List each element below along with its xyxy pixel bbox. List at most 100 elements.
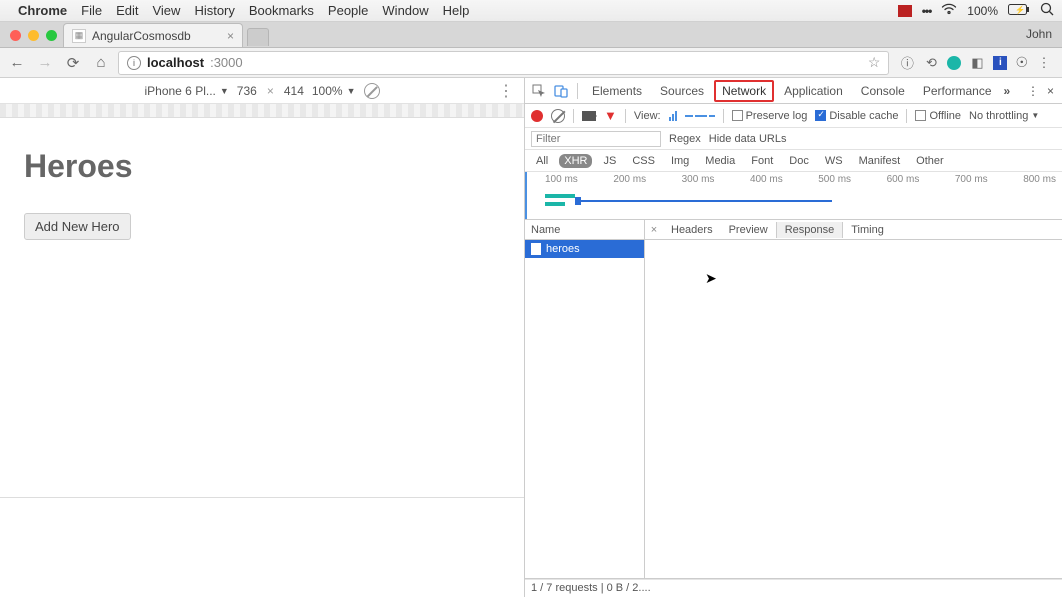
device-select[interactable]: iPhone 6 Pl... ▼: [144, 84, 228, 98]
url-port: :3000: [210, 55, 243, 70]
page-viewport: iPhone 6 Pl... ▼ 736 × 414 100% ▼ ⋮ Hero…: [0, 78, 525, 597]
url-host: localhost: [147, 55, 204, 70]
back-button[interactable]: ←: [6, 52, 28, 74]
tab-elements[interactable]: Elements: [584, 80, 650, 102]
chrome-profile[interactable]: John: [1026, 27, 1052, 41]
tab-performance[interactable]: Performance: [915, 80, 1000, 102]
tab-console[interactable]: Console: [853, 80, 913, 102]
site-info-icon[interactable]: i: [127, 56, 141, 70]
disable-cache-checkbox[interactable]: Disable cache: [815, 110, 898, 122]
network-timeline[interactable]: 100 ms 200 ms 300 ms 400 ms 500 ms 600 m…: [525, 172, 1062, 220]
tab-close-icon[interactable]: ×: [227, 29, 234, 43]
filter-input[interactable]: [531, 131, 661, 147]
status-indicator-icon[interactable]: [898, 5, 912, 17]
network-typebar: All XHR JS CSS Img Media Font Doc WS Man…: [525, 150, 1062, 172]
bookmark-star-icon[interactable]: ☆: [868, 54, 881, 71]
battery-icon: ⚡: [1008, 4, 1030, 18]
reload-button[interactable]: ⟳: [62, 52, 84, 74]
address-bar[interactable]: i localhost :3000 ☆: [118, 51, 889, 75]
window-close-icon[interactable]: [10, 30, 21, 41]
type-js[interactable]: JS: [598, 154, 621, 168]
menubar-dots-icon[interactable]: •••: [922, 4, 932, 18]
name-column-header[interactable]: Name: [525, 220, 644, 240]
ext-info-icon[interactable]: ⓘ: [899, 55, 915, 71]
type-font[interactable]: Font: [746, 154, 778, 168]
device-ruler: [0, 104, 524, 118]
detail-tab-timing[interactable]: Timing: [843, 222, 892, 238]
menu-view[interactable]: View: [152, 3, 180, 18]
add-hero-button[interactable]: Add New Hero: [24, 213, 131, 240]
detail-tab-headers[interactable]: Headers: [663, 222, 721, 238]
menu-edit[interactable]: Edit: [116, 3, 138, 18]
new-tab-button[interactable]: [247, 28, 269, 46]
ext-eye-icon[interactable]: ☉: [1015, 54, 1028, 71]
type-img[interactable]: Img: [666, 154, 694, 168]
clear-icon[interactable]: [551, 109, 565, 123]
regex-checkbox[interactable]: Regex: [669, 133, 701, 145]
type-xhr[interactable]: XHR: [559, 154, 592, 168]
spotlight-icon[interactable]: [1040, 2, 1054, 19]
detail-tab-response[interactable]: Response: [776, 222, 844, 238]
page-heading: Heroes: [24, 148, 500, 185]
ext-reload-icon[interactable]: ⟲: [923, 55, 939, 71]
menu-window[interactable]: Window: [382, 3, 428, 18]
offline-checkbox[interactable]: Offline: [915, 110, 961, 122]
waterfall-icon[interactable]: [685, 115, 715, 117]
forward-button: →: [34, 52, 56, 74]
type-manifest[interactable]: Manifest: [854, 154, 906, 168]
menu-bookmarks[interactable]: Bookmarks: [249, 3, 314, 18]
screenshot-icon[interactable]: [582, 111, 596, 121]
menu-history[interactable]: History: [194, 3, 234, 18]
device-width[interactable]: 736: [237, 84, 257, 98]
rotate-icon[interactable]: [364, 83, 380, 99]
device-menu-icon[interactable]: ⋮: [498, 81, 514, 101]
devtools-tabs: Elements Sources Network Application Con…: [525, 78, 1062, 104]
chrome-menu-icon[interactable]: ⋮: [1036, 55, 1052, 71]
detail-tab-preview[interactable]: Preview: [721, 222, 776, 238]
device-zoom[interactable]: 100% ▼: [312, 84, 356, 98]
request-row[interactable]: heroes: [525, 240, 644, 258]
network-statusbar: 1 / 7 requests | 0 B / 2....: [525, 579, 1062, 597]
ext-page-icon[interactable]: ◧: [969, 55, 985, 71]
type-media[interactable]: Media: [700, 154, 740, 168]
window-controls: [8, 30, 63, 47]
record-icon[interactable]: [531, 110, 543, 122]
type-ws[interactable]: WS: [820, 154, 848, 168]
throttle-select[interactable]: No throttling ▼: [969, 110, 1039, 122]
device-height[interactable]: 414: [284, 84, 304, 98]
filter-icon[interactable]: ▼: [604, 108, 617, 123]
devtools-close-icon[interactable]: ×: [1047, 84, 1054, 98]
menu-people[interactable]: People: [328, 3, 368, 18]
mouse-cursor-icon: ➤: [705, 270, 717, 287]
menu-help[interactable]: Help: [443, 3, 470, 18]
type-other[interactable]: Other: [911, 154, 949, 168]
detail-close-icon[interactable]: ×: [645, 224, 663, 236]
menu-file[interactable]: File: [81, 3, 102, 18]
file-icon: [531, 243, 541, 255]
browser-tab[interactable]: ▦ AngularCosmosdb ×: [63, 23, 243, 47]
tab-application[interactable]: Application: [776, 80, 851, 102]
viewport-lower: [0, 497, 524, 597]
devtools-menu-icon[interactable]: ⋮: [1027, 84, 1039, 98]
inspect-element-icon[interactable]: [529, 84, 549, 98]
tab-sources[interactable]: Sources: [652, 80, 712, 102]
ext-blue-icon[interactable]: i: [993, 56, 1007, 70]
tabs-overflow-icon[interactable]: »: [1004, 84, 1011, 98]
menubar-app[interactable]: Chrome: [18, 3, 67, 18]
window-zoom-icon[interactable]: [46, 30, 57, 41]
wifi-icon[interactable]: [941, 3, 957, 18]
large-rows-icon[interactable]: [669, 111, 677, 121]
type-css[interactable]: CSS: [627, 154, 660, 168]
devtools-panel: Elements Sources Network Application Con…: [525, 78, 1062, 597]
view-label: View:: [634, 110, 661, 122]
window-minimize-icon[interactable]: [28, 30, 39, 41]
preserve-log-checkbox[interactable]: Preserve log: [732, 110, 808, 122]
device-mode-icon[interactable]: [551, 84, 571, 98]
hide-data-checkbox[interactable]: Hide data URLs: [709, 133, 787, 145]
home-button[interactable]: ⌂: [90, 52, 112, 74]
type-doc[interactable]: Doc: [784, 154, 814, 168]
type-all[interactable]: All: [531, 154, 553, 168]
macos-menubar: Chrome File Edit View History Bookmarks …: [0, 0, 1062, 22]
tab-network[interactable]: Network: [714, 80, 774, 102]
ext-teal-icon[interactable]: [947, 56, 961, 70]
